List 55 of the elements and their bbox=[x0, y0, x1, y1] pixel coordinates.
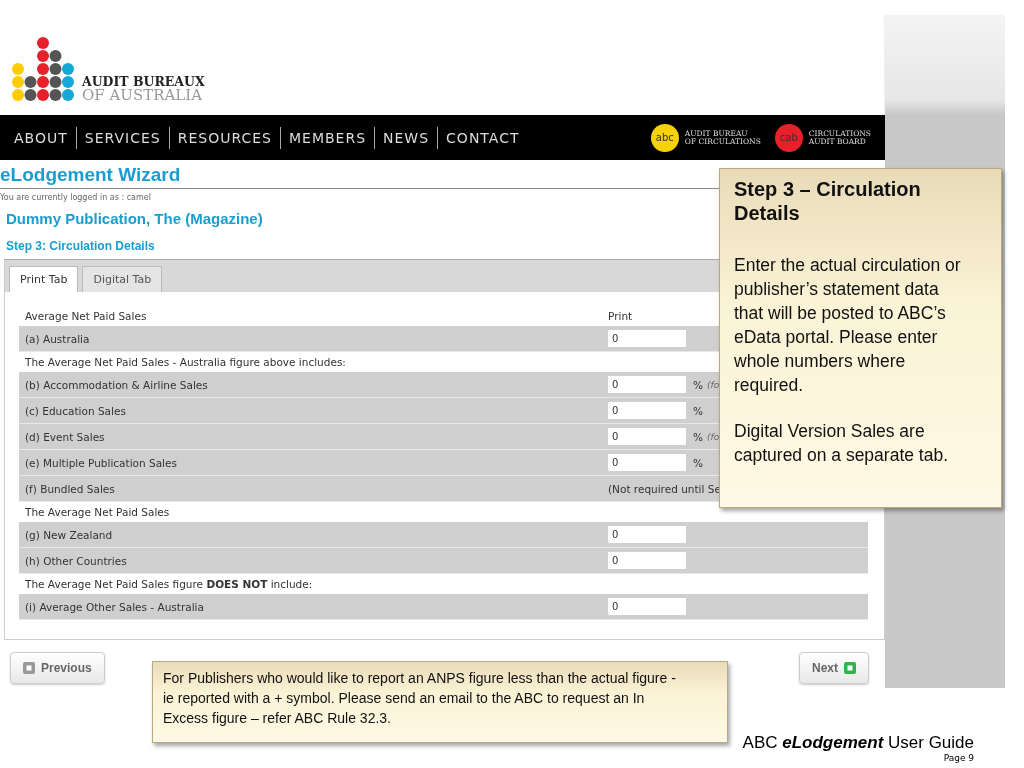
input-field[interactable]: 0 bbox=[608, 526, 686, 543]
page-title: eLodgement Wizard bbox=[0, 164, 720, 189]
square-icon bbox=[23, 662, 35, 674]
row-label: (c) Education Sales bbox=[25, 404, 127, 417]
publication-title: Dummy Publication, The (Magazine) bbox=[6, 210, 263, 227]
callout-title: Step 3 – Circulation Details bbox=[734, 177, 922, 225]
page-number: Page 9 bbox=[943, 753, 974, 763]
input-field[interactable]: 0 bbox=[608, 330, 686, 347]
row-label: (f) Bundled Sales bbox=[25, 482, 116, 495]
partner-badge: abc bbox=[650, 123, 679, 152]
tab[interactable]: Print Tab bbox=[9, 266, 79, 292]
step-title: Step 3: Circulation Details bbox=[6, 239, 156, 253]
column-header: Print bbox=[608, 310, 633, 322]
section-label: The Average Net Paid Sales - Australia figure above includes: bbox=[25, 356, 347, 368]
callout-text: For Publishers who would like to report an ANPS figure less than the actual figure -ie reported with a + symbol. Please send an email to the ABC to request an In Excess figure – refer ABC Rule 32.3. bbox=[163, 669, 677, 728]
nav-link[interactable]: CONTACT bbox=[438, 126, 528, 149]
row-label: (e) Multiple Publication Sales bbox=[25, 456, 178, 469]
nav-link[interactable]: RESOURCES bbox=[169, 126, 281, 149]
logo-subtitle: OF AUSTRALIA bbox=[82, 88, 204, 103]
logo-title: AUDIT BUREAUX bbox=[82, 75, 205, 88]
input-field[interactable]: 0 bbox=[608, 376, 686, 393]
row-label: (a) Australia bbox=[25, 332, 91, 345]
row-label: (g) New Zealand bbox=[25, 528, 114, 541]
unit-label: % bbox=[693, 404, 703, 417]
row-label: (h) Other Countries bbox=[25, 554, 128, 567]
section-label: The Average Net Paid Sales bbox=[25, 506, 171, 518]
unit-label: % bbox=[693, 456, 703, 469]
row-label: (b) Accommodation & Airline Sales bbox=[25, 378, 209, 391]
login-note: You are currently logged in as : camel bbox=[0, 193, 151, 202]
guide-title: ABC eLodgement User Guide bbox=[742, 733, 974, 753]
section-label: The Average Net Paid Sales figure DOES NOT include: bbox=[25, 578, 314, 590]
row-note: (fo bbox=[707, 379, 720, 390]
callout-text: Enter the actual circulation or publisher’s statement data that will be posted to ABC’s eData portal. Please enter whole numbers where required. bbox=[734, 254, 962, 397]
row-label: (i) Average Other Sales - Australia bbox=[25, 600, 205, 613]
nav-link[interactable]: NEWS bbox=[375, 126, 439, 149]
input-field[interactable]: 0 bbox=[608, 402, 686, 419]
input-field[interactable]: 0 bbox=[608, 454, 686, 471]
row-note: (fo bbox=[707, 431, 720, 442]
column-label: Average Net Paid Sales bbox=[25, 310, 148, 322]
row-label: (d) Event Sales bbox=[25, 430, 106, 443]
input-field[interactable]: 0 bbox=[608, 598, 686, 615]
unit-label: % bbox=[693, 430, 703, 443]
nav-link[interactable]: MEMBERS bbox=[280, 126, 376, 149]
nav-link[interactable]: SERVICES bbox=[76, 126, 170, 149]
input-field[interactable]: 0 bbox=[608, 552, 686, 569]
logo-dots-drawing bbox=[12, 37, 74, 103]
next-button[interactable]: Next bbox=[799, 652, 869, 684]
partner-badge: cab bbox=[774, 123, 803, 152]
unit-label: % bbox=[693, 378, 703, 391]
square-icon bbox=[844, 662, 856, 674]
nav-link[interactable]: ABOUT bbox=[14, 126, 77, 149]
input-field[interactable]: 0 bbox=[608, 428, 686, 445]
callout-text: Digital Version Sales are captured on a separate tab. bbox=[734, 420, 950, 467]
previous-button[interactable]: Previous bbox=[10, 652, 105, 684]
tab[interactable]: Digital Tab bbox=[82, 266, 163, 292]
